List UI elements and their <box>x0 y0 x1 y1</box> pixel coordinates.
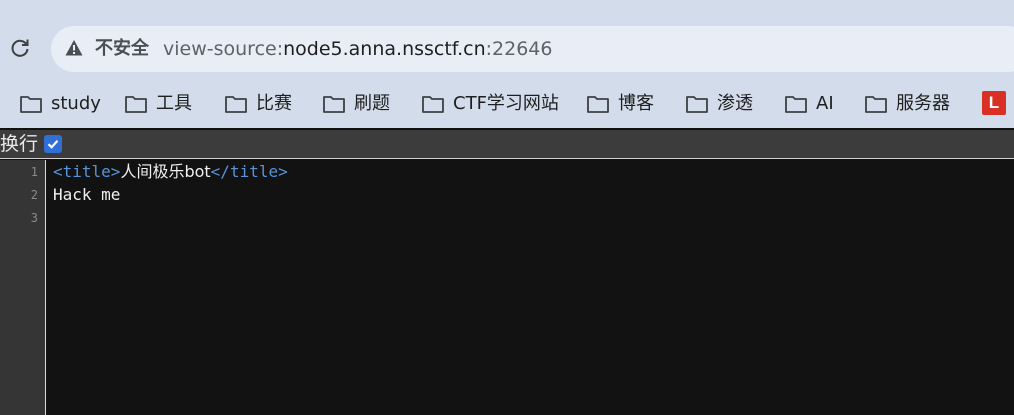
folder-icon <box>587 96 609 113</box>
line-number-gutter: 1 2 3 <box>0 160 46 415</box>
source-line-2: Hack me <box>53 183 288 206</box>
bookmark-folder-study[interactable]: study <box>19 91 101 117</box>
line-wrap-bar: 换行 <box>0 130 1014 159</box>
bookmark-label: 博客 <box>618 93 654 114</box>
folder-icon <box>865 96 887 113</box>
checkmark-icon <box>47 140 59 149</box>
url-port: :22646 <box>485 38 553 60</box>
line-number: 1 <box>30 165 38 179</box>
bookmark-folder-ai[interactable]: AI <box>784 91 834 117</box>
folder-icon <box>686 96 708 113</box>
warning-icon[interactable] <box>65 39 83 57</box>
folder-icon <box>323 96 345 113</box>
folder-icon <box>785 96 807 113</box>
bookmark-label: study <box>51 93 101 114</box>
title-text: 人间极乐bot <box>120 162 211 181</box>
close-title-tag: </title> <box>210 162 288 181</box>
address-bar[interactable]: 不安全 view-source:node5.anna.nssctf.cn:226… <box>51 26 1014 72</box>
bookmark-folder-blog[interactable]: 博客 <box>586 91 654 117</box>
source-line-1: <title>人间极乐bot</title> <box>53 160 288 183</box>
bookmark-folder-contests[interactable]: 比赛 <box>224 91 292 117</box>
folder-icon <box>422 96 444 113</box>
open-title-tag: <title> <box>53 162 121 181</box>
bookmark-label: AI <box>816 93 834 114</box>
bookmark-label: 渗透 <box>717 93 753 114</box>
bookmarks-bar: study 工具 比赛 刷题 CTF学习网站 博客 渗透 AI 服务器 <box>0 80 1014 128</box>
bookmark-label: CTF学习网站 <box>453 93 559 114</box>
folder-icon <box>225 96 247 113</box>
url-prefix: view-source: <box>163 38 284 60</box>
line-wrap-label: 换行 <box>0 133 39 155</box>
bookmark-label: 比赛 <box>256 93 292 114</box>
bookmark-folder-tools[interactable]: 工具 <box>124 91 192 117</box>
bookmark-l-icon[interactable]: L <box>982 91 1006 115</box>
browser-toolbar: 不安全 view-source:node5.anna.nssctf.cn:226… <box>0 0 1014 80</box>
line-wrap-checkbox[interactable] <box>44 135 62 153</box>
reload-button[interactable] <box>6 34 34 62</box>
line-number: 2 <box>30 188 38 202</box>
reload-icon <box>11 39 29 57</box>
line-number: 3 <box>30 211 38 225</box>
bookmark-label: 工具 <box>156 93 192 114</box>
url-host: node5.anna.nssctf.cn <box>283 38 486 60</box>
source-code: <title>人间极乐bot</title> Hack me <box>53 160 288 206</box>
folder-icon <box>125 96 147 113</box>
bookmark-folder-ctf-sites[interactable]: CTF学习网站 <box>421 91 559 117</box>
folder-icon <box>20 96 42 113</box>
bookmark-folder-practice[interactable]: 刷题 <box>322 91 390 117</box>
body-text: Hack me <box>53 185 121 204</box>
bookmark-label: 刷题 <box>354 93 390 114</box>
bookmark-label: 服务器 <box>896 93 950 114</box>
bookmark-folder-servers[interactable]: 服务器 <box>864 91 950 117</box>
security-status[interactable]: 不安全 <box>95 37 149 61</box>
bookmark-folder-pentest[interactable]: 渗透 <box>685 91 753 117</box>
url-text[interactable]: view-source:node5.anna.nssctf.cn:22646 <box>163 37 552 61</box>
